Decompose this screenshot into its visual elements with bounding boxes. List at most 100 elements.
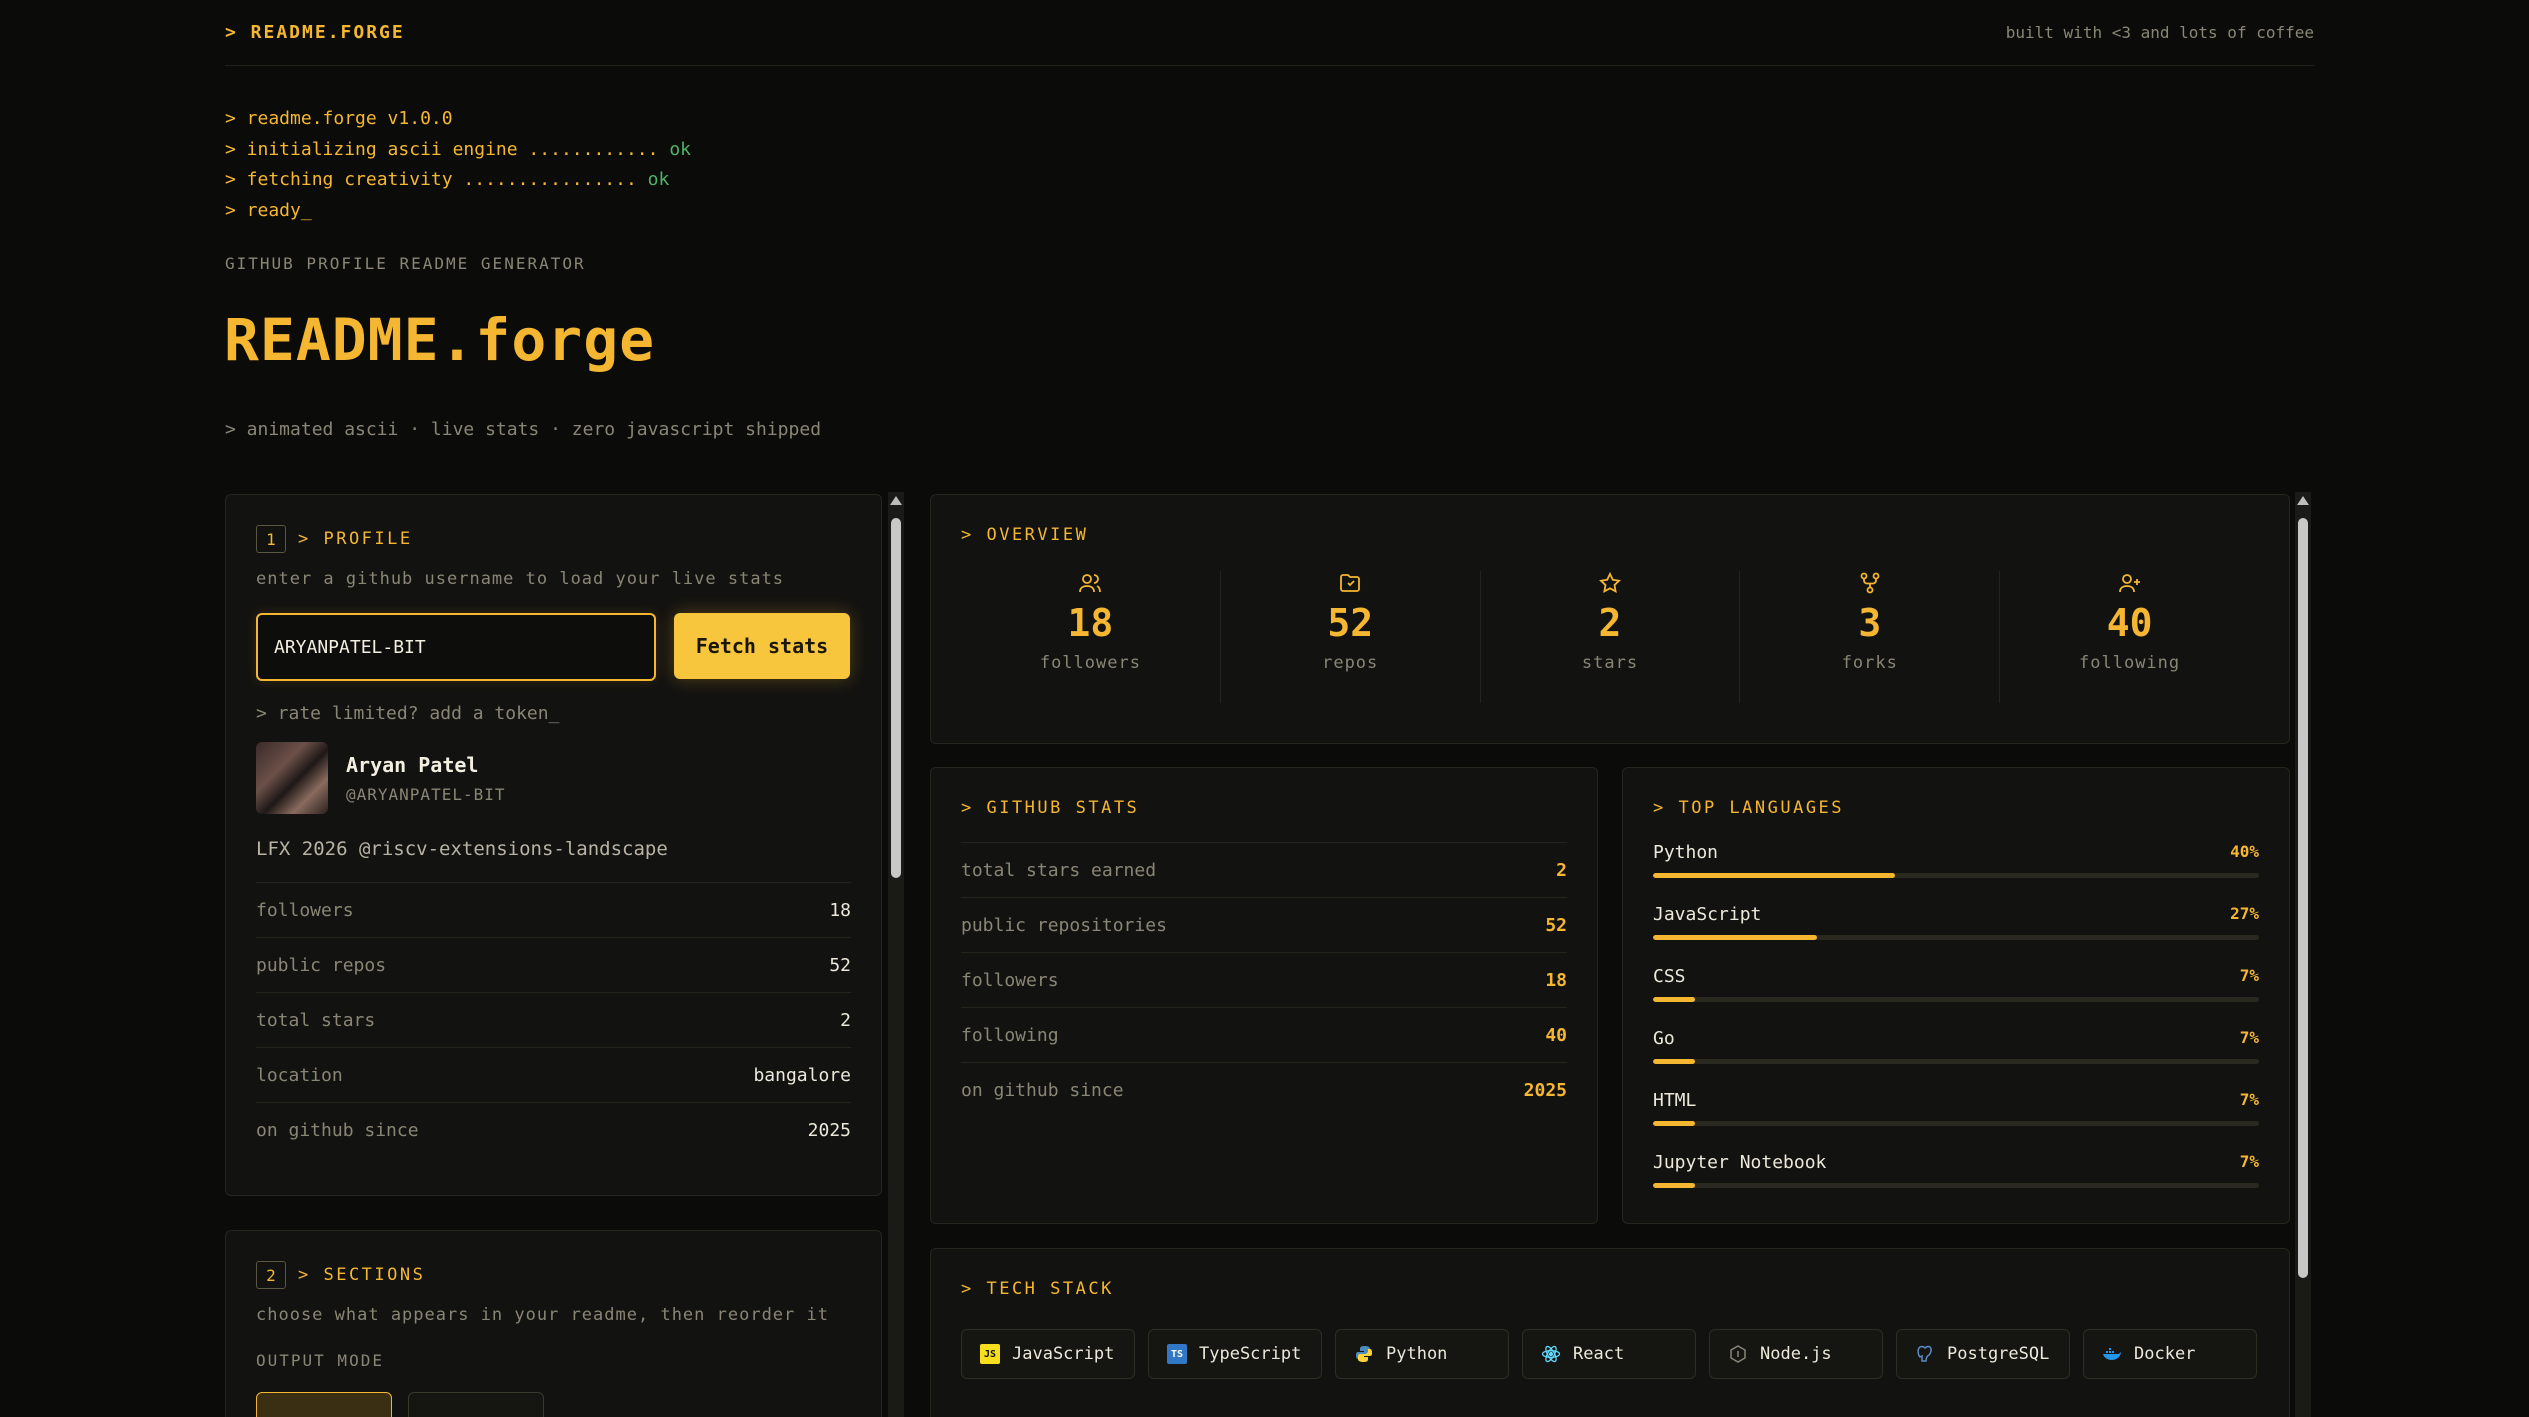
step-number: 1 bbox=[256, 525, 286, 553]
brand-logo[interactable]: > README.FORGE bbox=[225, 22, 405, 43]
followers-icon bbox=[1079, 574, 1102, 593]
language-bar bbox=[1653, 935, 2259, 940]
scroll-up-arrow[interactable] bbox=[2297, 496, 2309, 505]
fork-icon bbox=[1860, 572, 1880, 594]
ok-status: ok bbox=[647, 169, 670, 190]
stat-repos: 52 repos bbox=[1221, 571, 1481, 703]
chip-label: TypeScript bbox=[1199, 1344, 1302, 1364]
language-item: CSS 7% bbox=[1653, 966, 2259, 1002]
language-item: Jupyter Notebook 7% bbox=[1653, 1152, 2259, 1188]
top-bar: > README.FORGE built with <3 and lots of… bbox=[225, 0, 2314, 66]
ok-status: ok bbox=[669, 138, 692, 160]
stat-value: 3 bbox=[1858, 601, 1882, 645]
chip-label: Node.js bbox=[1760, 1344, 1832, 1364]
list-item: public repositories 52 bbox=[961, 897, 1567, 952]
language-name: HTML bbox=[1653, 1090, 1697, 1111]
panel-title-text: > PROFILE bbox=[298, 529, 413, 549]
list-item: public repos 52 bbox=[256, 937, 851, 992]
list-item: on github since 2025 bbox=[961, 1062, 1567, 1117]
tech-chip-postgresql[interactable]: PostgreSQL bbox=[1896, 1329, 2070, 1379]
language-name: Jupyter Notebook bbox=[1653, 1152, 1827, 1173]
language-item: HTML 7% bbox=[1653, 1090, 2259, 1126]
language-bar bbox=[1653, 1183, 2259, 1188]
output-mode-option[interactable] bbox=[408, 1392, 544, 1417]
left-scrollbar[interactable] bbox=[888, 492, 904, 1417]
stat-following: 40 following bbox=[2000, 571, 2259, 703]
stat-value: 18 bbox=[1067, 601, 1114, 645]
language-bar-fill bbox=[1653, 997, 1696, 1002]
tech-stack-panel: > TECH STACK JS JavaScript TS TypeScript P… bbox=[930, 1248, 2290, 1417]
user-handle: @ARYANPATEL-BIT bbox=[346, 784, 506, 804]
right-scrollbar[interactable] bbox=[2295, 492, 2311, 1417]
list-item: total stars earned 2 bbox=[961, 842, 1567, 897]
chip-label: Docker bbox=[2134, 1344, 2196, 1364]
sections-panel: 2 > SECTIONS choose what appears in your… bbox=[225, 1230, 882, 1417]
language-item: Python 40% bbox=[1653, 842, 2259, 878]
language-bar-fill bbox=[1653, 1183, 1696, 1188]
chip-label: Python bbox=[1386, 1344, 1448, 1364]
list-item: following 40 bbox=[961, 1007, 1567, 1062]
fetch-stats-button[interactable]: Fetch stats bbox=[674, 613, 850, 679]
python-icon bbox=[1354, 1344, 1374, 1364]
boot-log: > readme.forge v1.0.0 > initializing asc… bbox=[225, 104, 691, 226]
tech-chip-react[interactable]: React bbox=[1522, 1329, 1696, 1379]
language-item: JavaScript 27% bbox=[1653, 904, 2259, 940]
stat-label: stars bbox=[1581, 653, 1639, 673]
username-input[interactable] bbox=[256, 613, 656, 681]
list-item: location bangalore bbox=[256, 1047, 851, 1102]
overview-title: > OVERVIEW bbox=[961, 525, 1089, 545]
stat-stars: 2 stars bbox=[1481, 571, 1741, 703]
list-item: followers 18 bbox=[961, 952, 1567, 1007]
output-mode-label: OUTPUT MODE bbox=[256, 1351, 384, 1370]
language-name: Go bbox=[1653, 1028, 1675, 1049]
stat-label: following bbox=[2079, 653, 2181, 673]
tech-chip-list: JS JavaScript TS TypeScript Python React N… bbox=[961, 1329, 2259, 1379]
tech-chip-typescript[interactable]: TS TypeScript bbox=[1148, 1329, 1322, 1379]
user-bio: LFX 2026 @riscv-extensions-landscape bbox=[256, 838, 668, 860]
tagline: built with <3 and lots of coffee bbox=[2005, 23, 2314, 42]
language-percent: 27% bbox=[2230, 904, 2259, 923]
language-list: Python 40% JavaScript 27% CSS 7% Go 7% HTML 7… bbox=[1653, 842, 2259, 1188]
language-bar bbox=[1653, 873, 2259, 878]
language-name: JavaScript bbox=[1653, 904, 1762, 925]
language-item: Go 7% bbox=[1653, 1028, 2259, 1064]
profile-panel: 1 > PROFILE enter a github username to l… bbox=[225, 494, 882, 1196]
tech-chip-docker[interactable]: Docker bbox=[2083, 1329, 2257, 1379]
language-percent: 40% bbox=[2230, 842, 2259, 861]
step-number: 2 bbox=[256, 1261, 286, 1289]
github-stats-title: > GITHUB STATS bbox=[961, 798, 1140, 818]
tech-chip-nodejs[interactable]: Node.js bbox=[1709, 1329, 1883, 1379]
language-percent: 7% bbox=[2239, 1028, 2259, 1047]
language-bar-fill bbox=[1653, 935, 1817, 940]
stat-label: repos bbox=[1322, 653, 1379, 673]
language-bar-fill bbox=[1653, 1059, 1696, 1064]
stat-forks: 3 forks bbox=[1740, 571, 2001, 703]
sections-panel-title: 2 > SECTIONS bbox=[256, 1261, 851, 1289]
scroll-up-arrow[interactable] bbox=[890, 496, 902, 505]
list-item: followers 18 bbox=[256, 882, 851, 937]
profile-panel-title: 1 > PROFILE bbox=[256, 525, 851, 553]
docker-icon bbox=[2102, 1344, 2122, 1364]
tech-chip-javascript[interactable]: JS JavaScript bbox=[961, 1329, 1135, 1379]
scroll-thumb[interactable] bbox=[891, 518, 901, 878]
page-title: README.forge bbox=[224, 306, 656, 374]
postgresql-icon bbox=[1915, 1344, 1935, 1364]
top-languages-title: > TOP LANGUAGES bbox=[1653, 798, 1845, 818]
boot-line: > ready_ bbox=[225, 199, 312, 221]
language-bar-fill bbox=[1653, 873, 1896, 878]
scroll-thumb[interactable] bbox=[2298, 518, 2308, 1278]
github-stats-panel: > GITHUB STATS total stars earned 2 publi… bbox=[930, 767, 1598, 1224]
language-bar bbox=[1653, 1059, 2259, 1064]
hero-kicker: GITHUB PROFILE README GENERATOR bbox=[225, 254, 586, 273]
boot-line: > readme.forge v1.0.0 bbox=[225, 108, 453, 129]
language-bar bbox=[1653, 1121, 2259, 1126]
tech-stack-title: > TECH STACK bbox=[961, 1279, 1114, 1299]
tech-chip-python[interactable]: Python bbox=[1335, 1329, 1509, 1379]
language-percent: 7% bbox=[2239, 1152, 2259, 1171]
add-token-link[interactable]: > rate limited? add a token_ bbox=[256, 703, 851, 724]
user-card: Aryan Patel @ARYANPATEL-BIT bbox=[256, 742, 851, 814]
star-icon bbox=[1599, 571, 1621, 593]
list-item: on github since 2025 bbox=[256, 1102, 851, 1157]
stat-label: followers bbox=[1039, 653, 1141, 673]
output-mode-option-active[interactable] bbox=[256, 1392, 392, 1417]
